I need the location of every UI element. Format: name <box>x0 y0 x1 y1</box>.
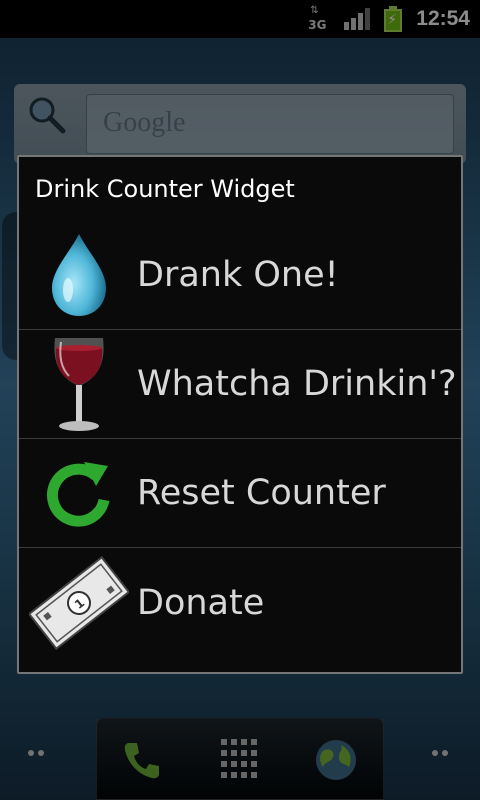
reset-arrow-icon <box>27 441 131 545</box>
menu-item-whatcha-drinkin[interactable]: Whatcha Drinkin'? <box>19 330 461 439</box>
water-drop-icon <box>27 223 131 327</box>
menu-item-reset-counter[interactable]: Reset Counter <box>19 439 461 548</box>
dialog-title: Drink Counter Widget <box>35 175 295 203</box>
wine-glass-icon <box>27 332 131 436</box>
menu-label-whatcha-drinkin: Whatcha Drinkin'? <box>137 364 457 404</box>
menu-label-donate: Donate <box>137 582 265 623</box>
menu-item-donate[interactable]: 1 Donate <box>19 548 461 657</box>
menu-label-reset-counter: Reset Counter <box>137 473 386 513</box>
drink-counter-dialog: Drink Counter Widget Drank One! Whatcha … <box>17 155 463 674</box>
menu-item-drank-one[interactable]: Drank One! <box>19 221 461 330</box>
dollar-bill-icon: 1 <box>27 551 131 655</box>
menu-label-drank-one: Drank One! <box>137 255 339 295</box>
